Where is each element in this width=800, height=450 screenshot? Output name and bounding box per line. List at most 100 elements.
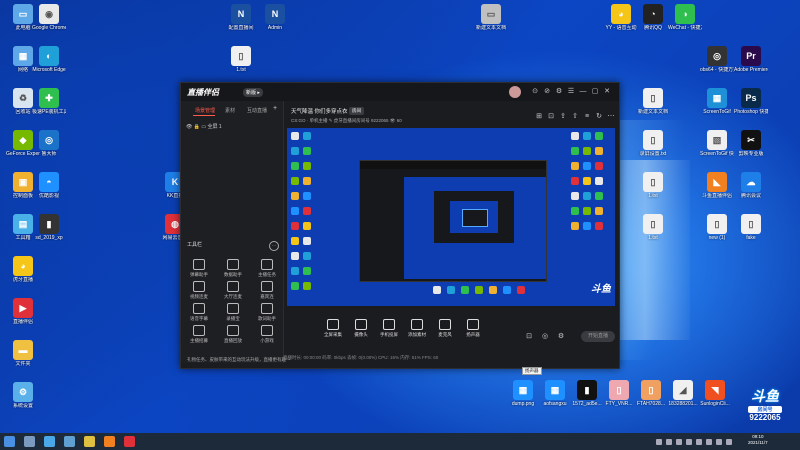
tool-0[interactable]: 弹幕助手 [185,259,213,278]
camera-button[interactable]: 摄像头 [347,319,375,338]
desktop-shortcut-left-1[interactable]: ◉ Google Chrome [32,4,66,31]
desktop-shortcut-right-13[interactable]: ☁ 腾讯会议 [734,172,768,199]
live-companion-window[interactable]: 直播伴侣 新版 ▸ ⊙ ⊘ ⚙ ☰ — ▢ ✕ 场景管理 素材 互动直播 + 👁 🔒 ▭ 全… [180,82,620,369]
add-scene-icon[interactable]: + [273,105,277,112]
desktop-shortcut-left-14[interactable]: ▬ 文件夹 [6,340,40,367]
speaker-button[interactable]: 扬声器 [459,319,487,338]
desktop-shortcut-right-6[interactable]: ▦ ScreenToGif [700,88,734,115]
room-tool-icon-4[interactable]: ≡ [583,113,591,121]
tray-icon[interactable] [696,439,702,445]
desktop-shortcut-bottom-4[interactable]: ▯ FTAH7028... [634,380,668,407]
desktop-shortcut-right-9[interactable]: ▧ScreenToGif 快捷方式 [700,130,734,157]
desktop-shortcut-right-14[interactable]: ▯ 1.txt [636,214,670,241]
tool-6[interactable]: 语音字幕 [185,303,213,322]
search-icon[interactable] [24,436,35,447]
tool-9[interactable]: 主播招募 [185,325,213,344]
desktop-shortcut-left-7[interactable]: ◎ 鲁大师 [32,130,66,157]
desktop-shortcut-mid-4[interactable]: ▯ 1.txt [224,46,258,73]
tool-10[interactable]: 直播回放 [219,325,247,344]
desktop-shortcut-left-5[interactable]: ✚ 极速PE装机工具 [32,88,66,115]
tool-7[interactable]: 录播宝 [219,303,247,322]
tray-icon[interactable] [666,439,672,445]
avatar[interactable] [509,86,521,98]
skin-icon[interactable]: ⊘ [543,88,551,96]
tab-scene-management[interactable]: 场景管理 [195,107,215,114]
desktop-shortcut-bottom-3[interactable]: ▯ FTY_VNR... [602,380,636,407]
desktop-shortcut-left-13[interactable]: ▶ 直播伴侣 [6,298,40,325]
menu-icon[interactable]: ☰ [567,88,575,96]
room-tool-icon-3[interactable]: ⇧ [571,113,579,121]
desktop-shortcut-left-15[interactable]: ⚙ 系统设置 [6,382,40,409]
room-title[interactable]: 天气降温 你们多穿点衣 [291,107,348,115]
desktop-shortcut-mid-3[interactable]: N Admin [258,4,292,31]
desktop-shortcut-mid-2[interactable]: N 配置直播间 [224,4,258,31]
douyu-icon[interactable] [104,436,115,447]
desktop-shortcut-left-3[interactable]: ◐ Microsoft Edge [32,46,66,73]
tray-icon[interactable] [716,439,722,445]
desktop-shortcut-right-5[interactable]: ▯ 新建文本文档 [636,88,670,115]
tool-11[interactable]: 小游戏 [253,325,281,344]
live-companion-icon[interactable] [124,436,135,447]
version-badge[interactable]: 新版 ▸ [243,88,263,97]
desktop-shortcut-bottom-1[interactable]: ▦ aofsangxu [538,380,572,407]
start-live-button[interactable]: 开始直播 [581,331,615,342]
tray-icon[interactable] [706,439,712,445]
desktop-shortcut-bottom-2[interactable]: ▮ 1572_ad5e... [570,380,604,407]
desktop-shortcut-right-3[interactable]: ◎obs64 - 快捷方式 [700,46,734,73]
close-icon[interactable]: ✕ [603,88,611,96]
desktop-shortcut-bottom-5[interactable]: ◢ 183288201... [666,380,700,407]
tool-3[interactable]: 视频连麦 [185,281,213,300]
explorer-icon[interactable] [84,436,95,447]
tool-4[interactable]: 大厅连麦 [219,281,247,300]
desktop-shortcut-right-0[interactable]: ◕ YY - 语音互动 [604,4,638,31]
room-tool-icon-0[interactable]: ⊞ [535,113,543,121]
desktop-shortcut-right-10[interactable]: ✂ 剪映专业版 [734,130,768,157]
microphone-button[interactable]: 麦克风 [431,319,459,338]
desktop-shortcut-bottom-6[interactable]: ◥ SunloginCli... [698,380,732,407]
steam-icon[interactable] [64,436,75,447]
mode-icon[interactable]: ◎ [541,333,549,341]
gear-icon[interactable]: ⚙ [555,88,563,96]
desktop-shortcut-right-16[interactable]: ▯ fake [734,214,768,241]
tray-icon[interactable] [686,439,692,445]
phone-cast-button[interactable]: 手机投屏 [375,319,403,338]
minimize-icon[interactable]: — [579,88,587,96]
record-icon[interactable]: ⊡ [525,333,533,341]
tab-materials[interactable]: 素材 [225,107,235,114]
title-bar[interactable]: 直播伴侣 新版 ▸ ⊙ ⊘ ⚙ ☰ — ▢ ✕ [181,83,619,101]
desktop-shortcut-left-11[interactable]: ▮ sd_2019_xp [32,214,66,241]
tray-icon[interactable] [726,439,732,445]
toolbar-more-icon[interactable]: ⋯ [269,241,279,251]
start-icon[interactable] [4,436,15,447]
maximize-icon[interactable]: ▢ [591,88,599,96]
room-tag[interactable]: 房间 [349,107,364,115]
live-settings-icon[interactable]: ⊙ [531,88,539,96]
stream-preview[interactable]: 斗鱼 [287,128,615,306]
tab-interactive-live[interactable]: 互动直播 [247,107,267,114]
desktop-shortcut-right-4[interactable]: Pr Adobe Premiere [734,46,768,73]
desktop-shortcut-right-2[interactable]: ◑WeChat - 快捷方式 [668,4,702,31]
stream-settings-icon[interactable]: ⚙ [557,333,565,341]
desktop-shortcut-right-11[interactable]: ▯ 1.txt [636,172,670,199]
desktop-shortcut-left-12[interactable]: ◕ 虎牙直播 [6,256,40,283]
tool-2[interactable]: 主播任务 [253,259,281,278]
tool-8[interactable]: 歌词助手 [253,303,281,322]
scene-item-fullscreen[interactable]: 👁 🔒 ▭ 全屏 1 [186,123,222,130]
desktop-shortcut-mid-5[interactable]: ▭ 新建文本文档 [474,4,508,31]
desktop-shortcut-right-12[interactable]: ◣ 斗鱼直播伴侣 [700,172,734,199]
desktop-shortcut-right-1[interactable]: ◔ 腾讯QQ [636,4,670,31]
desktop-shortcut-bottom-0[interactable]: ▦ dump.png [506,380,540,407]
room-tool-icon-1[interactable]: ⊡ [547,113,555,121]
desktop-shortcut-right-15[interactable]: ▯ new (1) [700,214,734,241]
add-material-button[interactable]: 添加素材 [403,319,431,338]
room-tool-icon-5[interactable]: ↻ [595,113,603,121]
desktop-shortcut-right-7[interactable]: PsPhotoshop 快捷方式 [734,88,768,115]
tool-1[interactable]: 数据助手 [219,259,247,278]
tray-icon[interactable] [676,439,682,445]
fullscreen-capture-button[interactable]: 全屏采集 [319,319,347,338]
room-tool-icon-6[interactable]: ⋯ [607,113,615,121]
notice-bar[interactable]: 礼物任务、皮肤带来的互动玩法升级，直播更有趣～ [187,357,291,363]
room-tool-icon-2[interactable]: ⇪ [559,113,567,121]
tool-5[interactable]: 嘉宾连 [253,281,281,300]
taskbar-clock[interactable]: 09:10 2021/11/7 [748,434,768,446]
